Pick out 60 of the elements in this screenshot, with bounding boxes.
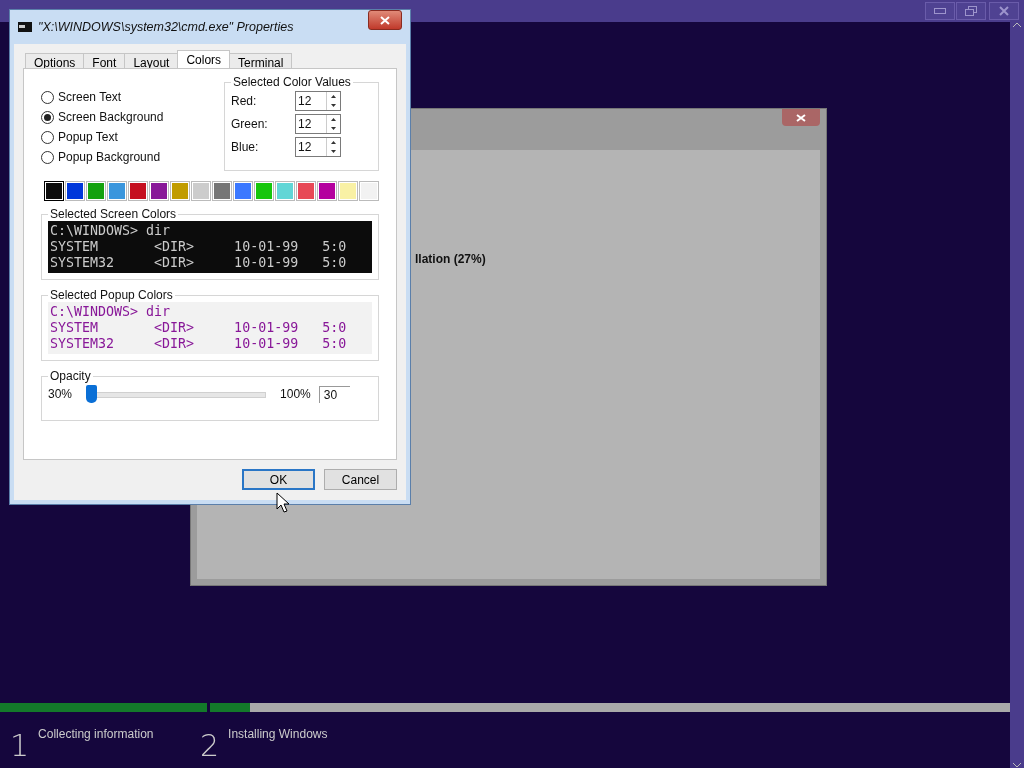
slider-thumb[interactable] xyxy=(86,385,98,403)
color-swatch[interactable] xyxy=(254,181,274,201)
color-swatch[interactable] xyxy=(65,181,85,201)
spin-field[interactable]: 12 xyxy=(295,90,341,111)
opacity-field[interactable]: 30 xyxy=(318,385,350,403)
close-icon xyxy=(999,6,1009,16)
color-swatch[interactable] xyxy=(359,181,379,201)
console-preview: C:\WINDOWS> dir SYSTEM <DIR> 10-01-99 5:0 SYSTEM32 <DIR> 10-01-99 5:0 xyxy=(48,302,372,354)
restore-button[interactable] xyxy=(956,2,986,20)
tab[interactable]: Layout xyxy=(124,53,179,68)
group-title: Opacity xyxy=(49,369,92,383)
step-label: Collecting information xyxy=(38,727,154,743)
console-icon xyxy=(18,22,32,32)
close-icon xyxy=(380,15,390,25)
spin-field[interactable]: 12 xyxy=(295,136,341,157)
spin-field[interactable]: 12 xyxy=(295,113,341,134)
color-swatch[interactable] xyxy=(317,181,337,201)
color-swatch[interactable] xyxy=(128,181,148,201)
radio-option[interactable]: Screen Text xyxy=(41,89,164,105)
color-swatch[interactable] xyxy=(275,181,295,201)
color-swatch[interactable] xyxy=(296,181,316,201)
field-label: Red: xyxy=(231,93,258,108)
console-preview: C:\WINDOWS> dir SYSTEM <DIR> 10-01-99 5:0 SYSTEM32 <DIR> 10-01-99 5:0 xyxy=(48,221,372,273)
tab[interactable]: Options xyxy=(25,53,85,68)
radio-option[interactable]: Screen Background xyxy=(41,109,164,125)
color-swatch[interactable] xyxy=(233,181,253,201)
step-number: 2 xyxy=(200,731,220,761)
group-title: Selected Screen Colors xyxy=(49,207,178,221)
dialog-button[interactable]: Cancel xyxy=(324,469,397,490)
color-swatch[interactable] xyxy=(170,181,190,201)
minimize-icon xyxy=(934,8,946,14)
color-swatch[interactable] xyxy=(212,181,232,201)
minimize-button[interactable] xyxy=(925,2,955,20)
step-number: 1 xyxy=(10,731,30,761)
tab[interactable]: Terminal xyxy=(229,53,293,68)
close-button[interactable] xyxy=(782,109,820,126)
mouse-pointer-icon xyxy=(276,492,290,514)
group-title: Selected Popup Colors xyxy=(49,288,174,302)
color-swatch[interactable] xyxy=(338,181,358,201)
tab[interactable]: Font xyxy=(83,53,126,68)
min-label: 30% xyxy=(48,387,73,401)
field-label: Blue: xyxy=(231,139,260,154)
window-title: "X:\WINDOWS\system32\cmd.exe" Properties xyxy=(38,20,295,34)
dialog-button[interactable]: OK xyxy=(242,469,315,490)
color-swatch[interactable] xyxy=(149,181,169,201)
tab[interactable]: Colors xyxy=(177,50,231,68)
color-swatch[interactable] xyxy=(107,181,127,201)
step-label: Installing Windows xyxy=(228,727,328,743)
close-icon xyxy=(796,113,806,122)
status-text: llation (27%) xyxy=(415,252,486,266)
close-button[interactable] xyxy=(368,10,402,30)
max-label: 100% xyxy=(280,387,311,401)
restore-icon xyxy=(965,6,977,16)
color-swatch[interactable] xyxy=(44,181,64,201)
group-title: Selected Color Values xyxy=(232,75,352,89)
radio-option[interactable]: Popup Text xyxy=(41,129,164,145)
color-swatch[interactable] xyxy=(86,181,106,201)
field-label: Green: xyxy=(231,116,269,131)
color-swatch[interactable] xyxy=(191,181,211,201)
radio-option[interactable]: Popup Background xyxy=(41,149,164,165)
